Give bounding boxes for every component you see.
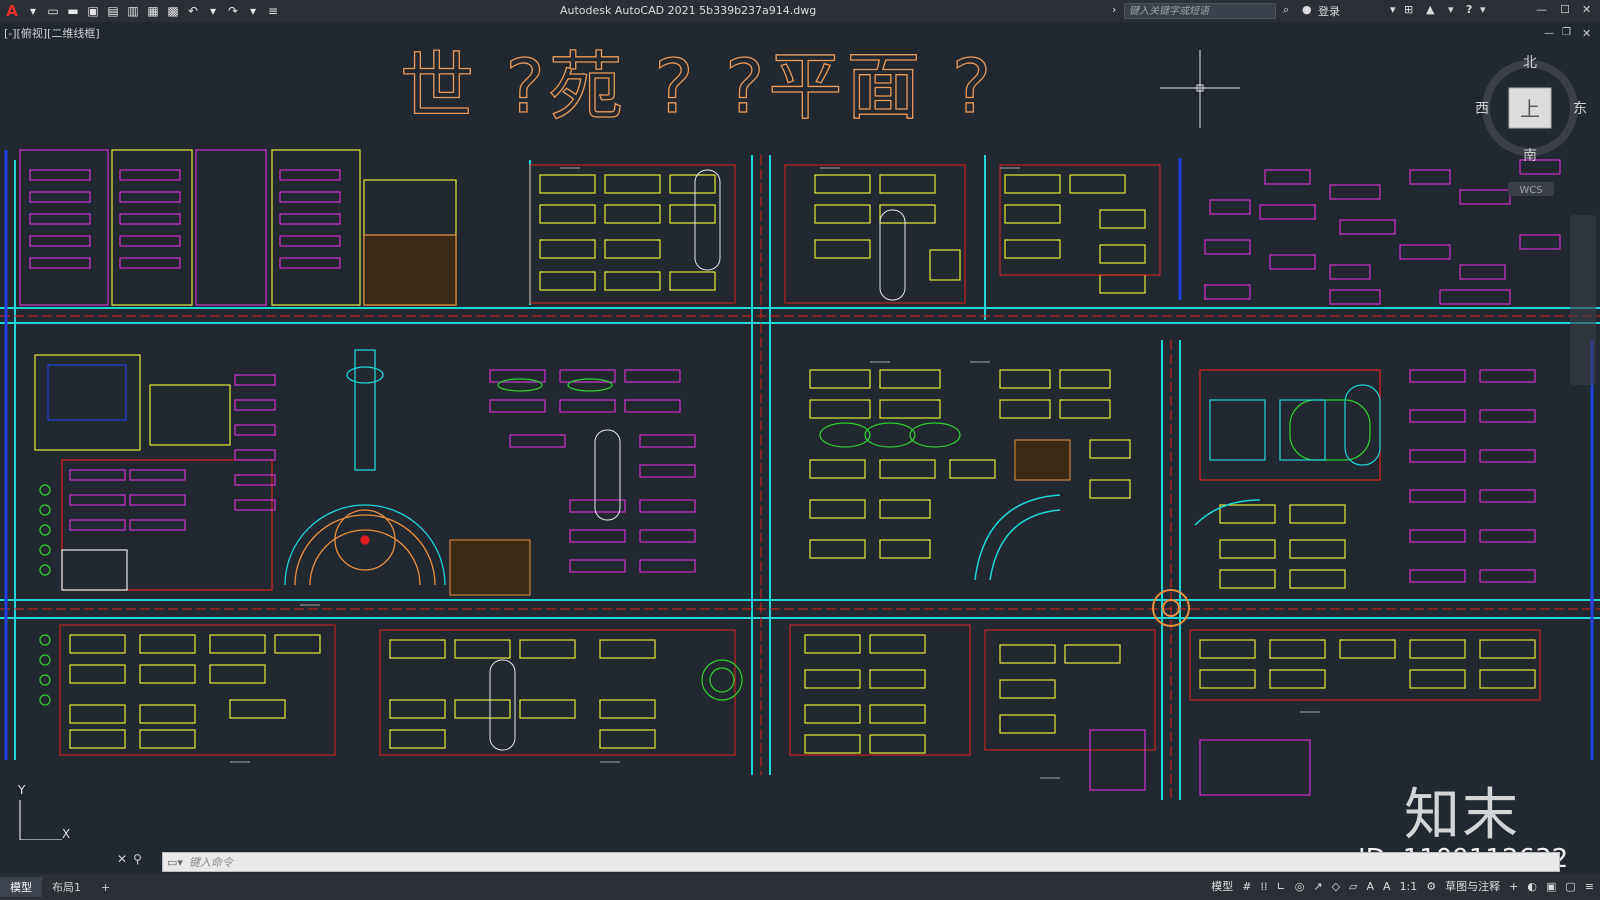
middle-left-block	[34, 354, 276, 591]
app-menu-arrow-icon[interactable]: ▾	[26, 4, 40, 18]
user-icon[interactable]: ●	[1302, 3, 1312, 16]
drawing-restore-icon[interactable]: ❐	[1562, 27, 1571, 38]
command-close-icon[interactable]: ✕	[117, 852, 127, 866]
help-dropdown-icon[interactable]: ▾	[1480, 3, 1486, 16]
snap-icon[interactable]: ⁞⁞	[1261, 880, 1268, 893]
road-network	[0, 155, 1600, 800]
auto-scale-icon[interactable]: A	[1383, 880, 1391, 893]
polar-icon[interactable]: ◎	[1295, 880, 1305, 893]
viewcube-face-label[interactable]: 上	[1520, 97, 1540, 121]
ucs-icon	[19, 800, 62, 840]
bottom-green-dots	[39, 634, 743, 706]
web-mobile-icon[interactable]: ▥	[126, 4, 140, 18]
navigation-bar[interactable]	[1570, 215, 1596, 385]
command-recent-icon[interactable]: ▭▾	[167, 856, 183, 869]
road-centerlines	[0, 155, 1600, 800]
add-icon[interactable]: +	[1509, 880, 1518, 893]
plot-icon[interactable]: ▦	[146, 4, 160, 18]
maximize-icon[interactable]: ☐	[1560, 3, 1570, 16]
close-icon[interactable]: ✕	[1582, 3, 1591, 16]
residential-blocks-bottom	[69, 634, 1536, 754]
search-input[interactable]: 键入关键字或短语	[1124, 3, 1276, 19]
viewcube-north[interactable]: 北	[1523, 55, 1537, 71]
top-left-block	[19, 149, 457, 306]
middle-magenta-blocks	[489, 369, 1536, 583]
curved-road	[974, 494, 1261, 581]
search-icon[interactable]: ⌕	[1283, 3, 1289, 17]
redo-dropdown-icon[interactable]: ▾	[246, 4, 260, 18]
tab-layout1[interactable]: 布局1	[42, 877, 91, 897]
ucs-x-label: X	[62, 827, 70, 840]
top-right-block	[1204, 159, 1561, 305]
viewcube-south[interactable]: 南	[1523, 148, 1537, 164]
login-link[interactable]: 登录	[1318, 3, 1340, 19]
viewcube-east[interactable]: 东	[1573, 101, 1587, 117]
user-dropdown-icon[interactable]: ▾	[1390, 3, 1396, 16]
ortho-icon[interactable]: ∟	[1277, 880, 1286, 893]
ucs-y-label: Y	[17, 783, 26, 797]
undo-icon[interactable]: ↶	[186, 4, 200, 18]
drawing-canvas[interactable]: 世 ?苑 ? ?平面 ? 上 北 南 东 西 WCS Y X	[0, 40, 1600, 840]
command-input[interactable]: 键入命令	[189, 854, 233, 870]
search-expand-icon[interactable]: ›	[1112, 3, 1116, 16]
osnap-icon[interactable]: ◇	[1332, 880, 1340, 893]
save-icon[interactable]: ▣	[86, 4, 100, 18]
quick-access-toolbar: A ▾ ▭ ▬ ▣ ▤ ▥ ▦ ▩ ↶ ▾ ↷ ▾ ≡	[0, 2, 280, 20]
save-as-icon[interactable]: ▤	[106, 4, 120, 18]
clean-screen-icon[interactable]: ▢	[1565, 880, 1575, 893]
window-title: Autodesk AutoCAD 2021 5b339b237a914.dwg	[560, 4, 817, 17]
command-customize-icon[interactable]: ⚲	[133, 852, 142, 866]
minimize-icon[interactable]: —	[1536, 3, 1547, 16]
viewport-controls-label[interactable]: [-][俯视][二维线框]	[4, 25, 100, 41]
annotation-visibility-icon[interactable]: A	[1367, 880, 1375, 893]
stay-connected-dropdown-icon[interactable]: ▾	[1448, 3, 1454, 16]
customize-icon[interactable]: ≡	[1585, 880, 1594, 893]
title-bar: A ▾ ▭ ▬ ▣ ▤ ▥ ▦ ▩ ↶ ▾ ↷ ▾ ≡ Autodesk Aut…	[0, 0, 1600, 22]
command-line[interactable]: ▭▾ 键入命令	[162, 852, 1560, 872]
watermark-logo: 知末	[1404, 783, 1520, 848]
wcs-menu[interactable]: WCS	[1519, 185, 1542, 196]
central-plaza	[284, 349, 446, 586]
customize-qat-icon[interactable]: ≡	[266, 4, 280, 18]
plot-boundaries-bottom	[59, 624, 1541, 756]
plot-boundaries-top	[529, 164, 1161, 304]
help-icon[interactable]: ?	[1466, 3, 1472, 16]
drawing-minimize-icon[interactable]: —	[1544, 28, 1554, 39]
annotation-scale[interactable]: 1:1	[1400, 880, 1418, 893]
tab-add-layout[interactable]: +	[91, 879, 120, 896]
crosshair-cursor	[1160, 50, 1240, 128]
isolate-icon[interactable]: ◐	[1527, 880, 1537, 893]
autodesk-store-icon[interactable]: ⊞	[1404, 3, 1413, 16]
view-cube[interactable]: 上 北 南 东 西 WCS	[1475, 55, 1587, 196]
isodraft-icon[interactable]: ↗	[1313, 880, 1322, 893]
print-icon[interactable]: ▩	[166, 4, 180, 18]
command-line-controls: ✕ ⚲	[117, 852, 142, 866]
drawing-close-icon[interactable]: ✕	[1582, 27, 1591, 40]
viewcube-west[interactable]: 西	[1475, 101, 1489, 117]
workspace-gear-icon[interactable]: ⚙	[1426, 880, 1436, 893]
green-spaces	[497, 378, 1371, 461]
autocad-logo-icon[interactable]: A	[4, 2, 20, 20]
open-folder-icon[interactable]: ▬	[66, 4, 80, 18]
bottom-right-plot	[1089, 729, 1311, 796]
status-toggles: 模型 # ⁞⁞ ∟ ◎ ↗ ◇ ▱ A A 1:1 ⚙ 草图与注释 + ◐ ▣ …	[1211, 878, 1594, 894]
hardware-accel-icon[interactable]: ▣	[1546, 880, 1556, 893]
grid-icon[interactable]: #	[1242, 880, 1251, 893]
redo-icon[interactable]: ↷	[226, 4, 240, 18]
new-file-icon[interactable]: ▭	[46, 4, 60, 18]
status-bar: 模型 布局1 + 模型 # ⁞⁞ ∟ ◎ ↗ ◇ ▱ A A 1:1 ⚙ 草图与…	[0, 874, 1600, 900]
workspace-switcher[interactable]: 草图与注释	[1445, 878, 1500, 894]
tab-model[interactable]: 模型	[0, 877, 42, 897]
a360-icon[interactable]: ▲	[1426, 3, 1434, 16]
boundary-strips	[4, 150, 1594, 760]
undo-dropdown-icon[interactable]: ▾	[206, 4, 220, 18]
model-space-toggle[interactable]: 模型	[1211, 878, 1233, 894]
drawing-title-text: 世 ?苑 ? ?平面 ?	[400, 44, 995, 130]
lineweight-icon[interactable]: ▱	[1349, 880, 1357, 893]
